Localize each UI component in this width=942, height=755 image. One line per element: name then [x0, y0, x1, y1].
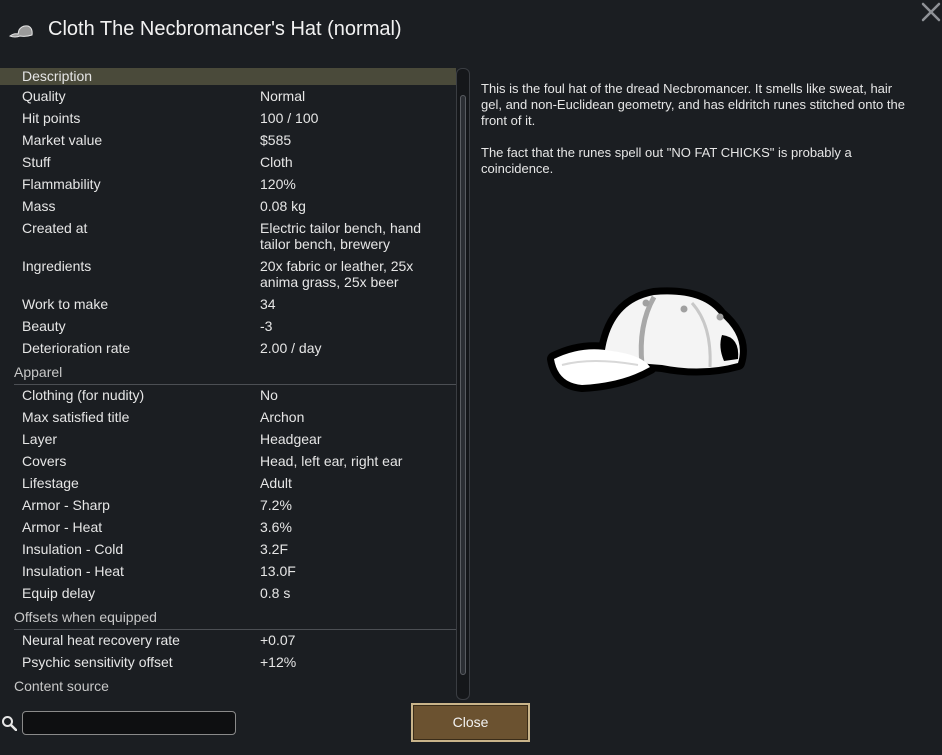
- stat-label: Armor - Sharp: [22, 497, 110, 513]
- stat-value: 2.00 / day: [260, 340, 322, 356]
- stat-value: 0.08 kg: [260, 198, 306, 214]
- stat-value: $585: [260, 132, 292, 148]
- stat-value: 3.6%: [260, 519, 292, 535]
- stat-value: 13.0F: [260, 563, 296, 579]
- stat-value: Electric tailor bench, hand tailor bench…: [260, 220, 422, 252]
- stat-label: Max satisfied title: [22, 409, 130, 425]
- description-paragraph: This is the foul hat of the dread Necbro…: [481, 81, 905, 128]
- stat-label: Stuff: [22, 154, 51, 170]
- section-label: Apparel: [14, 364, 63, 380]
- section-divider: [14, 384, 456, 385]
- stat-value: Cloth: [260, 154, 293, 170]
- stats-panel[interactable]: Description Quality Normal Hit points 10…: [0, 68, 456, 696]
- stat-label: Insulation - Heat: [22, 563, 124, 579]
- stat-label: Created at: [22, 220, 88, 236]
- stat-label: Deterioration rate: [22, 340, 131, 356]
- section-label: Content source: [14, 678, 109, 694]
- stat-label: Quality: [22, 88, 66, 104]
- stat-value: No: [260, 387, 278, 403]
- stat-value: Head, left ear, right ear: [260, 453, 403, 469]
- stat-value: +12%: [260, 654, 297, 670]
- section-label: Offsets when equipped: [14, 609, 157, 625]
- stat-label: Mass: [22, 198, 56, 214]
- stat-value: Headgear: [260, 431, 322, 447]
- window-title: Cloth The Necbromancer's Hat (normal): [48, 18, 402, 40]
- description-paragraph: The fact that the runes spell out "NO FA…: [481, 145, 852, 176]
- description-row[interactable]: Description: [0, 68, 456, 85]
- stat-label: Covers: [22, 453, 67, 469]
- section-divider: [14, 629, 456, 630]
- stat-label: Neural heat recovery rate: [22, 632, 180, 648]
- stat-label: Layer: [22, 431, 58, 447]
- stat-value: Normal: [260, 88, 306, 104]
- stat-value: 7.2%: [260, 497, 292, 513]
- stat-label: Clothing (for nudity): [22, 387, 145, 403]
- baseball-cap-icon: [547, 287, 747, 392]
- stat-label: Armor - Heat: [22, 519, 103, 535]
- stat-value: 0.8 s: [260, 585, 291, 601]
- close-button[interactable]: Close: [411, 703, 530, 742]
- hat-icon: [8, 25, 33, 38]
- search-icon: [2, 716, 17, 731]
- stat-label: Hit points: [22, 110, 81, 126]
- stat-value: 100 / 100: [260, 110, 319, 126]
- stat-label: Insulation - Cold: [22, 541, 124, 557]
- description-label: Description: [22, 68, 93, 84]
- search-input[interactable]: [22, 711, 236, 735]
- stat-value: +0.07: [260, 632, 296, 648]
- stat-value: Adult: [260, 475, 292, 491]
- stat-label: Work to make: [22, 296, 109, 312]
- stat-value: 34: [260, 296, 276, 312]
- stat-value: 20x fabric or leather, 25x anima grass, …: [260, 258, 414, 290]
- stat-label: Ingredients: [22, 258, 92, 274]
- stat-label: Lifestage: [22, 475, 79, 491]
- close-icon[interactable]: [920, 0, 942, 24]
- scrollbar-thumb[interactable]: [460, 95, 466, 675]
- item-description: This is the foul hat of the dread Necbro…: [481, 81, 911, 193]
- stat-label: Flammability: [22, 176, 101, 192]
- stat-label: Market value: [22, 132, 103, 148]
- stat-value: 3.2F: [260, 541, 289, 557]
- stat-value: -3: [260, 318, 273, 334]
- stat-label: Psychic sensitivity offset: [22, 654, 173, 670]
- stat-label: Beauty: [22, 318, 66, 334]
- stats-scrollbar[interactable]: [456, 68, 470, 700]
- title-bar: Cloth The Necbromancer's Hat (normal): [0, 0, 942, 64]
- stat-value: 120%: [260, 176, 296, 192]
- stat-value: Archon: [260, 409, 305, 425]
- stat-label: Equip delay: [22, 585, 96, 601]
